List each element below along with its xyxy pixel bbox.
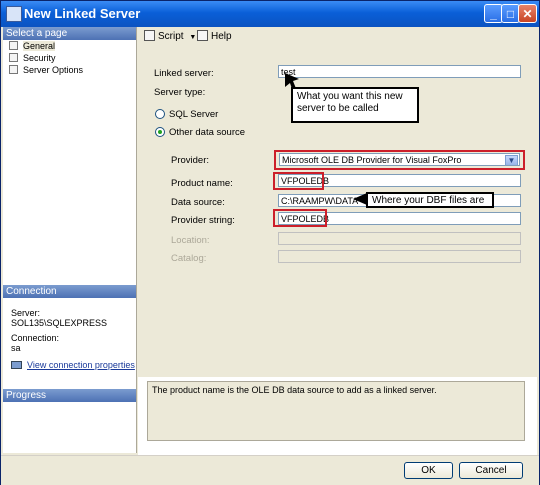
other-data-source-radio[interactable] [155, 127, 165, 137]
general-form: Linked server: test Server type: SQL Ser… [138, 47, 537, 377]
provider-label: Provider: [171, 155, 210, 166]
server-label: Server: [11, 308, 41, 318]
toolbar: Script ▼ Help [138, 27, 537, 48]
new-linked-server-window: New Linked Server _ □ ✕ Select a page Ge… [0, 0, 540, 485]
left-panel: Select a page General Security Server Op… [3, 27, 137, 453]
server-type-label: Server type: [154, 87, 206, 98]
close-button[interactable]: ✕ [518, 4, 537, 23]
provider-highlight [274, 150, 525, 170]
catalog-label: Catalog: [171, 253, 207, 264]
page-icon [9, 53, 18, 62]
description-panel: The product name is the OLE DB data sour… [147, 381, 525, 441]
script-button[interactable]: Script ▼ [144, 30, 196, 45]
connection-section: Connection Server: SOL135\SQLEXPRESS Con… [3, 285, 136, 371]
help-button[interactable]: Help [197, 30, 232, 44]
server-name-callout: What you want this new server to be call… [291, 87, 419, 123]
location-input [278, 232, 521, 245]
view-connection-properties-label: View connection properties [27, 360, 135, 370]
button-bar: OK Cancel [1, 455, 539, 485]
product-name-highlight [273, 172, 324, 190]
linked-server-label: Linked server: [154, 68, 214, 79]
connection-label: Connection: [11, 333, 60, 343]
connection-properties-icon [11, 361, 22, 369]
select-page-header: Select a page [3, 27, 136, 40]
progress-header: Progress [3, 389, 136, 402]
sql-server-radio[interactable] [155, 109, 165, 119]
dbf-arrow [353, 193, 367, 205]
product-name-label: Product name: [171, 178, 233, 189]
help-icon [197, 30, 208, 41]
right-panel: Script ▼ Help Linked server: test Server… [138, 27, 537, 455]
page-item-label: Security [23, 53, 56, 63]
dbf-callout: Where your DBF files are [366, 192, 494, 208]
connection-header: Connection [3, 285, 136, 298]
page-item-general[interactable]: General [3, 40, 136, 52]
connection-value: sa [11, 343, 21, 353]
page-icon [9, 41, 18, 50]
cancel-button[interactable]: Cancel [459, 462, 523, 479]
title-bar: New Linked Server _ □ ✕ [1, 1, 539, 27]
provider-string-label: Provider string: [171, 215, 235, 226]
progress-section: Progress [3, 389, 136, 402]
page-icon [9, 65, 18, 74]
sql-server-radio-label: SQL Server [169, 109, 219, 120]
other-data-source-radio-label: Other data source [169, 127, 246, 138]
help-label: Help [211, 31, 232, 42]
linked-server-input[interactable]: test [278, 65, 521, 78]
catalog-input [278, 250, 521, 263]
script-icon [144, 30, 155, 41]
chevron-down-icon: ▼ [189, 34, 197, 41]
location-label: Location: [171, 235, 210, 246]
provider-string-highlight [273, 209, 327, 227]
data-source-label: Data source: [171, 197, 225, 208]
page-item-label: Server Options [23, 65, 84, 75]
ok-button[interactable]: OK [404, 462, 453, 479]
window-icon [6, 6, 22, 22]
view-connection-properties-link[interactable]: View connection properties [3, 359, 136, 371]
window-title: New Linked Server [24, 6, 141, 21]
page-item-security[interactable]: Security [3, 52, 136, 64]
page-item-label: General [23, 41, 56, 51]
page-item-server-options[interactable]: Server Options [3, 64, 136, 76]
script-label: Script [158, 31, 184, 42]
server-value: SOL135\SQLEXPRESS [11, 318, 108, 328]
